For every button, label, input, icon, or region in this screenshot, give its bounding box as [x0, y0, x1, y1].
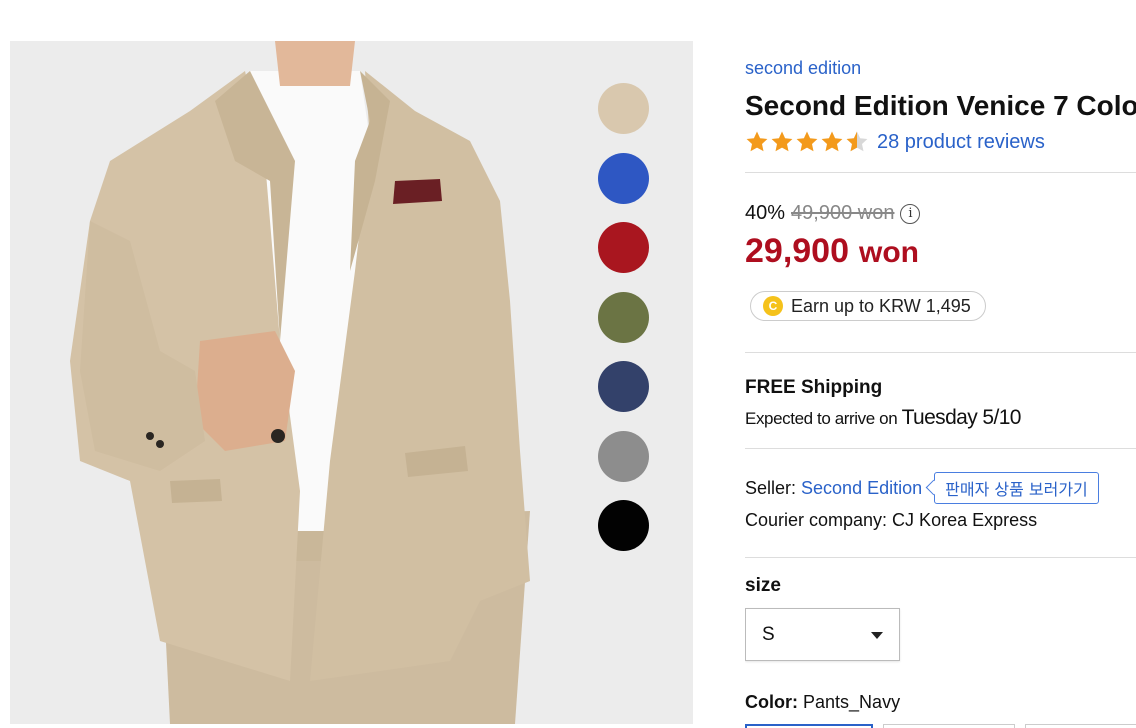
- size-select[interactable]: S: [745, 608, 900, 661]
- divider: [745, 352, 1136, 353]
- divider: [745, 172, 1136, 173]
- points-text: Earn up to KRW 1,495: [791, 295, 971, 316]
- original-price: 49,900 won: [791, 202, 895, 224]
- sale-price: 29,900 won: [745, 232, 919, 271]
- brand-link[interactable]: second edition: [745, 58, 861, 79]
- color-swatch-red[interactable]: [598, 222, 649, 273]
- color-swatch-blue[interactable]: [598, 153, 649, 204]
- product-info: second edition Second Edition Venice 7 C…: [745, 0, 1136, 728]
- divider: [745, 448, 1136, 449]
- discount-rate: 40%: [745, 202, 786, 224]
- size-selected-value: S: [762, 623, 775, 645]
- shipping-title: FREE Shipping: [745, 377, 883, 398]
- color-swatch-olive[interactable]: [598, 292, 649, 343]
- divider: [745, 557, 1136, 558]
- color-option-button[interactable]: [1025, 724, 1136, 728]
- color-option-button[interactable]: [883, 724, 1015, 728]
- sale-price-amount: 29,900: [745, 232, 849, 270]
- star-full-icon: [821, 131, 843, 152]
- seller-label: Seller:: [745, 477, 797, 498]
- size-label: size: [745, 575, 781, 596]
- color-swatch-gray[interactable]: [598, 431, 649, 482]
- arrival-prefix: Expected to arrive on: [745, 409, 898, 428]
- coin-icon: C: [763, 296, 783, 316]
- seller-row: Seller: Second Edition 판매자 상품 보러가기: [745, 472, 1099, 504]
- product-image[interactable]: [10, 41, 693, 724]
- star-full-icon: [746, 131, 768, 152]
- arrival-info: Expected to arrive on Tuesday 5/10: [745, 406, 1021, 430]
- color-selected-value: Pants_Navy: [803, 692, 901, 712]
- seller-store-button[interactable]: 판매자 상품 보러가기: [934, 472, 1099, 504]
- color-swatch-black[interactable]: [598, 500, 649, 551]
- star-full-icon: [796, 131, 818, 152]
- info-icon[interactable]: i: [900, 203, 921, 224]
- color-option-button[interactable]: [745, 724, 873, 728]
- sale-price-unit: won: [859, 236, 919, 269]
- chevron-down-icon: [871, 632, 883, 639]
- courier-info: Courier company: CJ Korea Express: [745, 510, 1038, 530]
- color-swatch-beige[interactable]: [598, 83, 649, 134]
- arrival-day: Tuesday 5/10: [901, 406, 1022, 429]
- points-badge: C Earn up to KRW 1,495: [750, 291, 986, 321]
- color-swatch-navy[interactable]: [598, 361, 649, 412]
- star-half-icon: [846, 131, 868, 152]
- star-rating: [745, 130, 869, 154]
- reviews-link[interactable]: 28 product reviews: [877, 131, 1045, 154]
- suit-model-illustration: [10, 41, 693, 724]
- seller-name-link[interactable]: Second Edition: [801, 478, 922, 499]
- rating-row: 28 product reviews: [745, 130, 1045, 154]
- star-full-icon: [771, 131, 793, 152]
- color-row: Color: Pants_Navy: [745, 692, 900, 713]
- product-title: Second Edition Venice 7 Color: [745, 90, 1136, 121]
- color-label: Color:: [745, 692, 798, 712]
- discount-row: 40% 49,900 won i: [745, 202, 921, 225]
